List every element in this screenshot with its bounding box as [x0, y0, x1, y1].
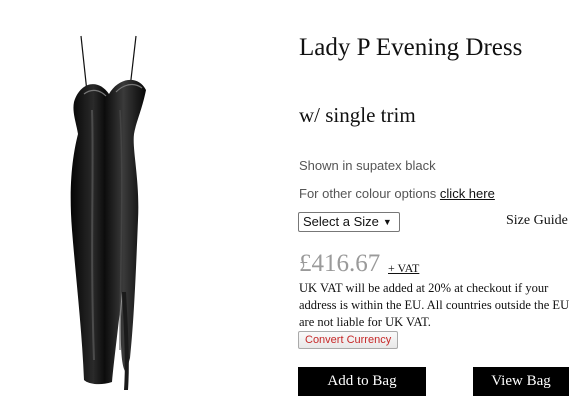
- shown-in-text: Shown in supatex black: [299, 158, 436, 173]
- size-guide-link[interactable]: Size Guide: [506, 213, 568, 229]
- size-select-label: Select a Size: [303, 214, 379, 229]
- add-to-bag-button[interactable]: Add to Bag: [298, 367, 426, 396]
- plus-vat-link[interactable]: + VAT: [388, 261, 419, 276]
- size-select[interactable]: Select a Size ▼: [298, 212, 400, 232]
- colour-options-prefix: For other colour options: [299, 186, 437, 201]
- convert-currency-button[interactable]: Convert Currency: [298, 331, 399, 349]
- colour-options-text: For other colour options click here: [299, 186, 495, 201]
- product-subtitle: w/ single trim: [299, 103, 416, 127]
- vat-note: UK VAT will be added at 20% at checkout …: [299, 281, 570, 329]
- colour-options-link[interactable]: click here: [440, 186, 495, 201]
- product-title: Lady P Evening Dress: [299, 34, 523, 61]
- product-image: [70, 35, 146, 390]
- chevron-down-icon: ▼: [382, 217, 392, 227]
- view-bag-button[interactable]: View Bag: [473, 367, 569, 396]
- product-price: £416.67: [299, 250, 381, 277]
